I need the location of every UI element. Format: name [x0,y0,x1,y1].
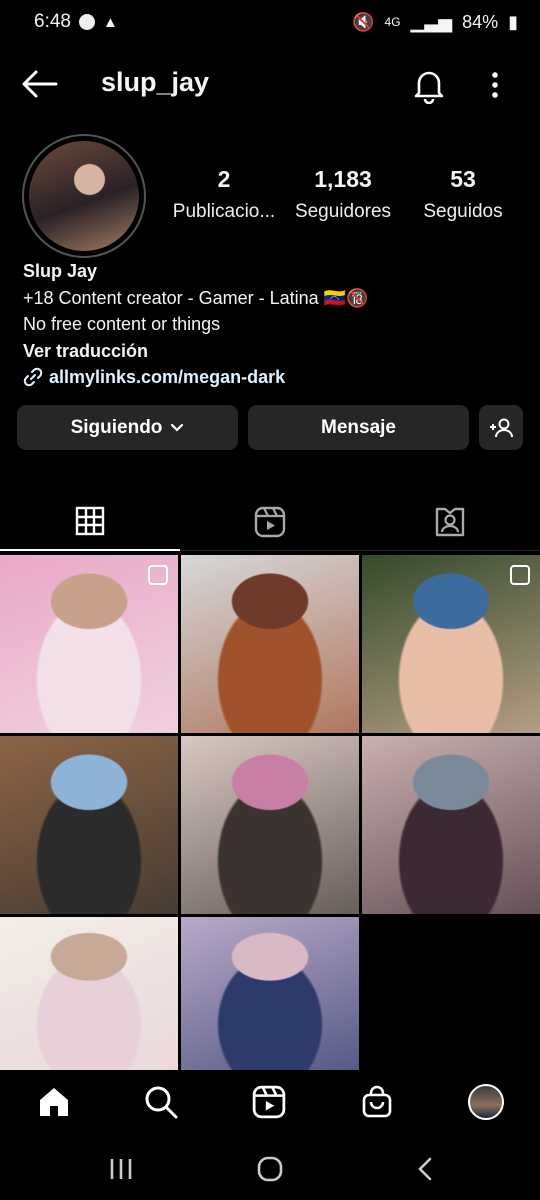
profile-avatar[interactable] [22,134,146,258]
warning-icon: ▲ [102,13,118,31]
signal-icon: ▁▃▅ [410,11,453,32]
bio-line: +18 Content creator - Gamer - Latina 🇻🇪🔞 [23,287,369,308]
profile-tabs [0,493,540,551]
post-thumbnail[interactable] [362,736,540,914]
post-thumbnail[interactable] [0,736,178,914]
shopping-bag-icon [362,1085,392,1118]
back-system-button[interactable] [410,1154,440,1184]
link-icon [23,368,43,387]
stat-posts[interactable]: 2 Publicacio... [165,166,283,223]
following-count: 53 [450,166,476,192]
search-icon [145,1086,178,1119]
message-button[interactable]: Mensaje [248,405,469,450]
more-options-button[interactable] [478,66,512,104]
profile-link-text: allmylinks.com/megan-dark [49,367,286,387]
tab-reels[interactable] [180,493,360,551]
posts-count: 2 [217,166,231,192]
mute-icon: 🔇 [352,11,375,32]
profile-actions: Siguiendo Mensaje [17,405,523,450]
stat-following[interactable]: 53 Seguidos [403,166,523,223]
arrow-left-icon [22,70,58,98]
profile-avatar-icon [468,1084,504,1120]
following-label: Seguidos [423,201,503,222]
avatar-image [29,141,139,251]
tab-tagged[interactable] [360,493,540,551]
add-person-icon [490,418,513,437]
nav-home[interactable] [34,1082,74,1122]
battery-level: 84% [462,11,499,32]
home-icon [40,1088,68,1116]
profile-username: slup_jay [101,67,210,97]
bell-icon [414,71,444,105]
system-navigation [0,1140,540,1200]
post-thumbnail[interactable] [181,917,359,1070]
followers-label: Seguidores [294,201,392,222]
home-system-button[interactable] [255,1154,285,1184]
home-circle-icon [257,1156,283,1182]
chevron-left-icon [418,1157,432,1181]
profile-display-name: Slup Jay [23,261,98,281]
grid-icon [75,506,105,536]
tagged-person-icon [435,507,465,537]
profile-stats: 2 Publicacio... 1,183 Seguidores 53 Segu… [165,166,525,223]
suggested-users-button[interactable] [479,405,523,450]
reels-icon [254,506,286,538]
message-button-label: Mensaje [321,416,396,438]
status-time: 6:48 [34,11,71,32]
post-thumbnail[interactable] [181,555,359,733]
nav-profile[interactable] [466,1082,506,1122]
nav-shop[interactable] [357,1082,397,1122]
stat-followers[interactable]: 1,183 Seguidores [283,166,403,223]
following-button-label: Siguiendo [70,416,163,438]
reels-icon [252,1085,286,1119]
recent-apps-button[interactable] [106,1154,136,1184]
post-thumbnail[interactable] [181,736,359,914]
followers-count: 1,183 [314,166,372,192]
post-thumbnail[interactable] [362,555,540,733]
status-bar: 6:48 ▲ 🔇 4G ▁▃▅ 84% ▮ [0,0,540,44]
carousel-icon [510,565,530,585]
profile-header: slup_jay [0,58,540,110]
nav-search[interactable] [141,1082,181,1122]
more-vertical-icon [492,72,498,98]
back-button[interactable] [20,66,60,102]
see-translation-link[interactable]: Ver traducción [23,338,368,365]
messenger-icon [78,14,95,30]
recent-apps-icon [110,1159,132,1179]
post-thumbnail[interactable] [0,555,178,733]
post-thumbnail[interactable] [0,917,178,1070]
chevron-down-icon [171,423,184,432]
posts-label: Publicacio... [172,201,276,222]
reel-icon [148,565,168,585]
network-type: 4G [384,15,401,29]
bottom-navigation [0,1070,540,1132]
profile-link[interactable]: allmylinks.com/megan-dark [23,364,368,391]
bio-line: No free content or things [23,314,221,334]
battery-icon: ▮ [508,11,518,32]
profile-bio: Slup Jay +18 Content creator - Gamer - L… [23,258,368,391]
nav-reels[interactable] [249,1082,289,1122]
tab-posts-grid[interactable] [0,493,180,551]
following-button[interactable]: Siguiendo [17,405,238,450]
notifications-button[interactable] [410,66,448,105]
